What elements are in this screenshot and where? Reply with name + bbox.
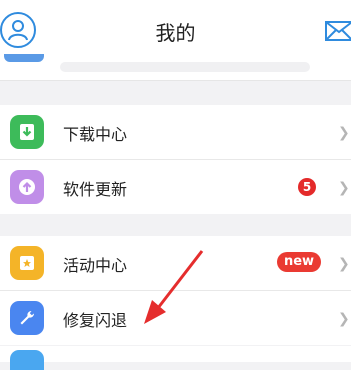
page-title: 我的	[155, 21, 196, 45]
header-bar: 我的	[0, 0, 351, 58]
menu-item-label: 下载中心	[63, 125, 128, 144]
update-icon	[10, 170, 44, 204]
menu-item-download-center[interactable]: 下载中心 ❯	[0, 105, 351, 160]
mail-button[interactable]	[325, 21, 351, 41]
next-menu-row-partial	[0, 346, 351, 370]
mail-icon	[325, 21, 351, 41]
blurred-content	[60, 62, 310, 72]
chevron-right-icon: ❯	[338, 125, 350, 141]
download-icon	[10, 115, 44, 149]
new-badge: new	[277, 252, 321, 272]
profile-chip	[4, 54, 44, 62]
menu-item-label: 修复闪退	[63, 311, 128, 330]
menu-item-label: 活动中心	[63, 256, 128, 275]
menu-item-software-update[interactable]: 软件更新 5 ❯	[0, 160, 351, 214]
chevron-right-icon: ❯	[338, 311, 350, 327]
chevron-right-icon: ❯	[338, 180, 350, 196]
menu-item-label: 软件更新	[63, 180, 128, 199]
gift-star-icon	[10, 246, 44, 280]
menu-group-1: 下载中心 ❯ 软件更新 5 ❯	[0, 105, 351, 214]
wrench-icon	[10, 301, 44, 335]
update-count-badge: 5	[298, 178, 316, 196]
annotation-arrow-icon	[144, 250, 204, 324]
profile-strip	[0, 54, 351, 81]
chevron-right-icon: ❯	[338, 256, 350, 272]
next-item-icon	[10, 350, 44, 370]
